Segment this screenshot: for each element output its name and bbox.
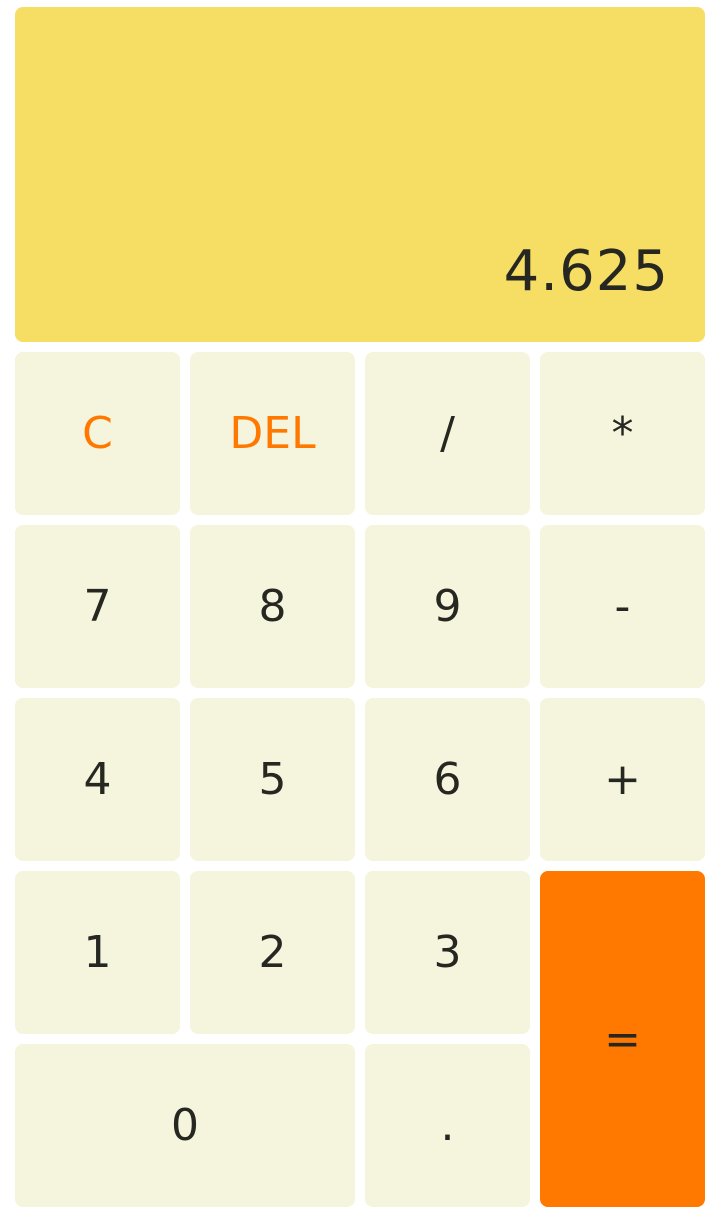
- digit-6-button[interactable]: 6: [365, 698, 530, 861]
- decimal-point-button[interactable]: .: [365, 1044, 530, 1207]
- digit-9-button[interactable]: 9: [365, 525, 530, 688]
- delete-button[interactable]: DEL: [190, 352, 355, 515]
- display-value: 4.625: [503, 239, 669, 304]
- digit-7-button[interactable]: 7: [15, 525, 180, 688]
- digit-0-button[interactable]: 0: [15, 1044, 355, 1207]
- divide-button[interactable]: /: [365, 352, 530, 515]
- calculator-app: 4.625 C DEL / * 7 8 9 - 4 5 6 + 1 2 3 = …: [0, 0, 720, 1222]
- digit-3-button[interactable]: 3: [365, 871, 530, 1034]
- digit-4-button[interactable]: 4: [15, 698, 180, 861]
- digit-8-button[interactable]: 8: [190, 525, 355, 688]
- digit-5-button[interactable]: 5: [190, 698, 355, 861]
- plus-button[interactable]: +: [540, 698, 705, 861]
- result-display: 4.625: [15, 7, 705, 342]
- clear-button[interactable]: C: [15, 352, 180, 515]
- equals-button[interactable]: =: [540, 871, 705, 1207]
- minus-button[interactable]: -: [540, 525, 705, 688]
- multiply-button[interactable]: *: [540, 352, 705, 515]
- keypad: C DEL / * 7 8 9 - 4 5 6 + 1 2 3 = 0 .: [15, 352, 705, 1207]
- digit-1-button[interactable]: 1: [15, 871, 180, 1034]
- digit-2-button[interactable]: 2: [190, 871, 355, 1034]
